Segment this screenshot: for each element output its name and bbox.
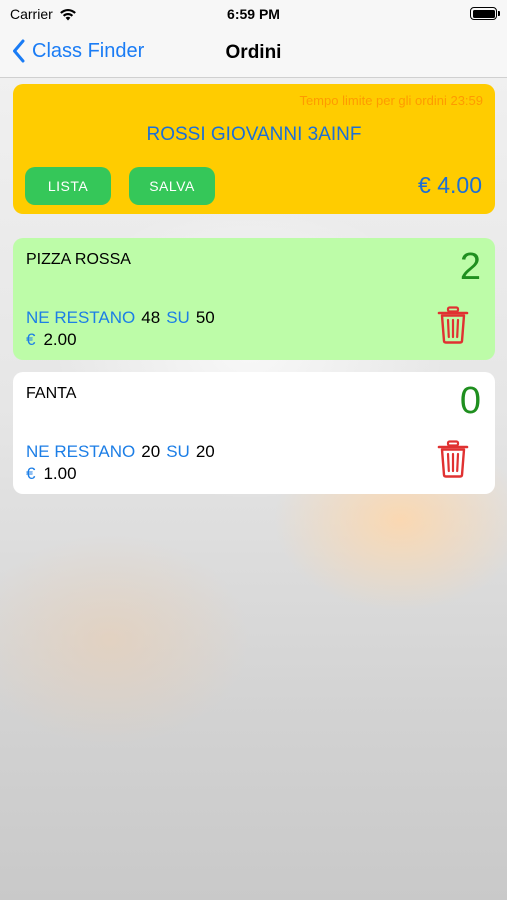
navigation-bar: Class Finder Ordini [0,28,507,78]
clock: 6:59 PM [227,6,280,22]
product-card-pizza-rossa[interactable]: PIZZA ROSSA 2 NE RESTANO 48 SU 50 € 2.00 [13,238,495,360]
product-name: FANTA [26,385,77,402]
remaining-label: NE RESTANO [26,308,136,327]
save-button[interactable]: SALVA [129,167,215,205]
list-button[interactable]: LISTA [25,167,111,205]
price-value: 2.00 [43,330,77,349]
of-label: SU [166,442,190,461]
of-label: SU [166,308,190,327]
total-stock-value: 50 [195,308,215,327]
trash-icon[interactable] [437,306,469,344]
remaining-value: 20 [141,442,161,461]
product-quantity: 2 [459,246,481,288]
status-bar: Carrier 6:59 PM [0,0,507,28]
product-availability: NE RESTANO 48 SU 50 [26,308,215,328]
currency-symbol: € [26,464,36,483]
price-value: 1.00 [43,464,77,483]
battery-icon [470,7,500,20]
order-deadline: Tempo limite per gli ordini 23:59 [299,93,483,108]
remaining-value: 48 [141,308,161,327]
trash-icon[interactable] [437,440,469,478]
remaining-label: NE RESTANO [26,442,136,461]
product-price: € 2.00 [26,330,77,350]
currency-symbol: € [26,330,36,349]
order-summary-card: Tempo limite per gli ordini 23:59 ROSSI … [13,84,495,214]
total-stock-value: 20 [195,442,215,461]
product-availability: NE RESTANO 20 SU 20 [26,442,215,462]
product-price: € 1.00 [26,464,77,484]
product-quantity: 0 [459,380,481,422]
order-total: € 4.00 [418,172,482,198]
product-card-fanta[interactable]: FANTA 0 NE RESTANO 20 SU 20 € 1.00 [13,372,495,494]
page-title: Ordini [225,42,282,63]
student-name: ROSSI GIOVANNI 3AINF [146,124,362,145]
product-name: PIZZA ROSSA [26,251,131,268]
